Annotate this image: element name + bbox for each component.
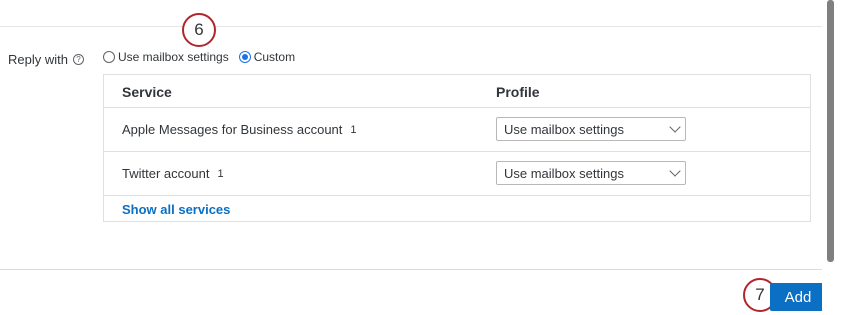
chevron-down-icon: [669, 165, 681, 177]
service-name: Twitter account: [122, 166, 210, 181]
radio-use-mailbox-settings[interactable]: Use mailbox settings: [103, 50, 229, 64]
column-header-profile: Profile: [496, 84, 540, 100]
service-count-badge: 1: [350, 123, 357, 136]
table-row: Apple Messages for Business account 1 Us…: [104, 108, 810, 152]
show-all-services-link[interactable]: Show all services: [122, 202, 230, 217]
table-row: Twitter account 1 Use mailbox settings: [104, 152, 810, 196]
profile-select-value: Use mailbox settings: [504, 166, 624, 181]
profile-select-value: Use mailbox settings: [504, 122, 624, 137]
service-count-badge: 1: [217, 167, 224, 180]
reply-with-row: Reply with ?: [8, 50, 84, 68]
reply-with-radio-group: Use mailbox settings Custom: [103, 50, 305, 64]
table-header-row: Service Profile: [104, 75, 810, 108]
table-footer-row: Show all services: [104, 196, 810, 222]
radio-label: Custom: [253, 50, 296, 64]
question-circle-icon[interactable]: ?: [72, 53, 84, 65]
footer-divider: [0, 269, 822, 270]
top-divider: [0, 26, 822, 27]
radio-custom[interactable]: Custom: [238, 50, 296, 64]
profile-select[interactable]: Use mailbox settings: [496, 161, 686, 185]
service-name: Apple Messages for Business account: [122, 122, 343, 137]
scrollbar-thumb[interactable]: [827, 0, 834, 262]
radio-unchecked-icon[interactable]: [103, 51, 115, 63]
service-cell: Apple Messages for Business account 1: [122, 122, 357, 137]
services-table: Service Profile Apple Messages for Busin…: [103, 74, 811, 222]
service-cell: Twitter account 1: [122, 166, 224, 181]
reply-with-label: Reply with: [8, 51, 68, 67]
radio-checked-icon[interactable]: [238, 51, 251, 63]
add-button[interactable]: Add: [770, 283, 826, 311]
column-header-service: Service: [122, 84, 172, 100]
profile-select[interactable]: Use mailbox settings: [496, 117, 686, 141]
step-callout-6: 6: [182, 13, 216, 47]
radio-label: Use mailbox settings: [118, 50, 229, 64]
chevron-down-icon: [669, 121, 681, 133]
